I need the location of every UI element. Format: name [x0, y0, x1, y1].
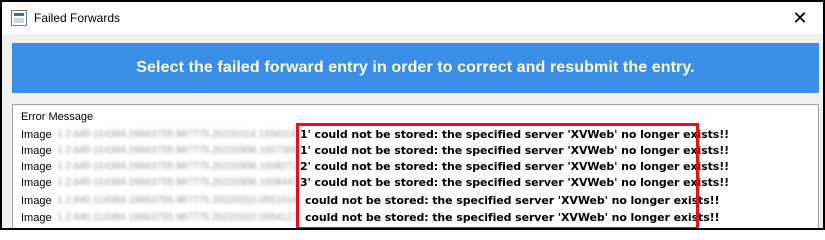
row-message: 2' could not be stored: the specified se… — [300, 160, 730, 173]
row-type: Image — [21, 212, 52, 224]
row-message: 1' could not be stored: the specified se… — [300, 144, 730, 157]
row-uid: 1.2.840.114384.16663755.987775.20220310.… — [57, 212, 299, 223]
instruction-text: Select the failed forward entry in order… — [136, 59, 695, 76]
instruction-banner: Select the failed forward entry in order… — [12, 43, 819, 93]
list-item[interactable]: Image 1.2.840.114384.16663755.987775.2022… — [21, 175, 801, 191]
list-item[interactable]: Image 1.2.840.114384.16663755.987775.2022… — [21, 210, 801, 226]
row-type: Image — [21, 129, 52, 141]
row-message: 3' could not be stored: the specified se… — [300, 176, 730, 189]
row-uid: 1.2.840.114384.16663755.987775.20220306.… — [57, 161, 299, 172]
close-button[interactable]: ✕ — [777, 2, 823, 34]
row-type: Image — [21, 177, 52, 189]
failed-forwards-list[interactable]: Error Message Image 1.2.840.114384.166637… — [12, 104, 819, 228]
close-icon: ✕ — [792, 7, 808, 28]
row-type: Image — [21, 195, 52, 207]
row-uid: 1.2.840.114384.16663755.987775.20220114.… — [57, 129, 297, 140]
row-message: 1' could not be stored: the specified se… — [300, 128, 730, 141]
list-item[interactable]: Image 1.2.840.114384.16663755.987775.2022… — [21, 159, 801, 175]
window-app-icon — [11, 10, 27, 26]
row-type: Image — [21, 145, 52, 157]
row-type: Image — [21, 161, 52, 173]
list-item[interactable]: Image 1.2.840.114384.16663755.987775.2022… — [21, 143, 801, 159]
row-message: could not be stored: the specified serve… — [305, 194, 720, 207]
column-header-error-message[interactable]: Error Message — [21, 111, 93, 123]
row-uid: 1.2.840.114384.16663755.987775.20220306.… — [57, 177, 299, 188]
list-item[interactable]: Image 1.2.840.114384.16663755.987775.2022… — [21, 193, 801, 209]
failed-forwards-window: Failed Forwards ✕ Select the failed forw… — [0, 0, 825, 230]
window-title: Failed Forwards — [34, 11, 121, 25]
row-uid: 1.2.840.114384.16663755.987775.20220306.… — [57, 145, 299, 156]
list-item[interactable]: Image 1.2.840.114384.16663755.987775.2022… — [21, 127, 801, 143]
row-uid: 1.2.840.114384.16663755.987775.20220310.… — [57, 195, 299, 206]
row-message: could not be stored: the specified serve… — [305, 211, 720, 224]
title-bar: Failed Forwards ✕ — [2, 2, 823, 34]
